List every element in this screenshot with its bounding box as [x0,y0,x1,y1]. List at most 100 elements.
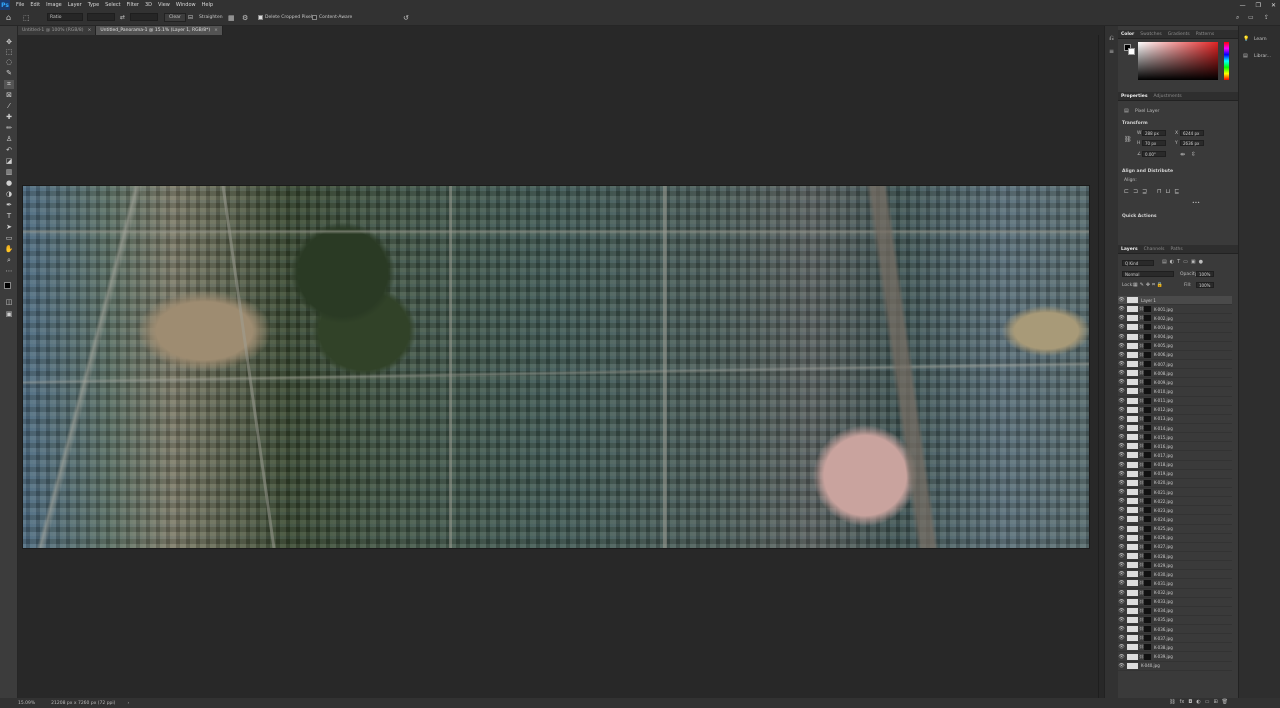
visibility-eye-icon[interactable]: 👁 [1118,297,1125,303]
hue-slider[interactable] [1224,42,1229,80]
brush-icon[interactable]: ✏ [4,124,14,133]
close-tab-icon[interactable]: × [214,28,218,33]
layer-mask-thumbnail[interactable] [1144,379,1151,386]
mask-link-icon[interactable]: ⛓ [1139,599,1144,605]
visibility-eye-icon[interactable]: 👁 [1118,324,1125,330]
mask-link-icon[interactable]: ⛓ [1139,608,1144,614]
visibility-eye-icon[interactable]: 👁 [1118,434,1125,440]
learn-icon[interactable]: 💡 [1243,36,1249,42]
layer-row[interactable]: 👁 ⛓ K-011.jpg [1118,397,1232,406]
menu-help[interactable]: Help [199,2,216,8]
layer-thumbnail[interactable] [1127,580,1138,587]
delete-cropped-checkbox[interactable]: Delete Cropped Pixels [258,13,314,22]
opacity-field[interactable]: 100% [1196,271,1214,277]
mask-link-icon[interactable]: ⛓ [1139,334,1144,340]
menu-image[interactable]: Image [43,2,65,8]
link-layers-icon[interactable]: ⛓ [1169,699,1175,707]
layer-mask-thumbnail[interactable] [1144,525,1151,532]
tab-patterns[interactable]: Patterns [1193,32,1218,37]
trash-icon[interactable]: 🗑 [1222,699,1228,707]
ratio-select[interactable]: Ratio [47,13,83,21]
visibility-eye-icon[interactable]: 👁 [1118,361,1125,367]
screen-mode-icon[interactable]: ▣ [4,310,14,319]
transform-section-title[interactable]: Transform [1122,121,1148,126]
mask-link-icon[interactable]: ⛓ [1139,644,1144,650]
tab-channels[interactable]: Channels [1141,247,1168,252]
content-aware-checkbox[interactable]: Content-Aware [312,13,352,22]
layer-mask-thumbnail[interactable] [1144,607,1151,614]
layer-row[interactable]: 👁 ⛓ K-016.jpg [1118,442,1232,452]
visibility-eye-icon[interactable]: 👁 [1118,343,1125,349]
mask-link-icon[interactable]: ⛓ [1139,352,1144,358]
mask-link-icon[interactable]: ⛓ [1139,507,1144,513]
foreground-color-swatch[interactable] [4,282,11,289]
mask-link-icon[interactable]: ⛓ [1139,361,1144,367]
fill-field[interactable]: 100% [1196,282,1214,288]
minimize-button[interactable]: — [1240,2,1246,9]
color-background-swatch[interactable] [1128,48,1135,55]
mask-link-icon[interactable]: ⛓ [1139,489,1144,495]
layer-mask-thumbnail[interactable] [1144,616,1151,623]
marquee-icon[interactable]: ⬚ [4,48,14,57]
mask-link-icon[interactable]: ⛓ [1139,315,1144,321]
layer-thumbnail[interactable] [1127,434,1138,441]
visibility-eye-icon[interactable]: 👁 [1118,535,1125,541]
layer-thumbnail[interactable] [1127,525,1138,532]
layer-row[interactable]: 👁 ⛓ K-023.jpg [1118,506,1232,516]
layer-mask-thumbnail[interactable] [1144,498,1151,505]
mask-link-icon[interactable]: ⛓ [1139,480,1144,486]
menu-layer[interactable]: Layer [65,2,85,8]
layer-mask-thumbnail[interactable] [1144,598,1151,605]
quick-select-icon[interactable]: ✎ [4,69,14,78]
tab-swatches[interactable]: Swatches [1137,32,1165,37]
layer-thumbnail[interactable] [1127,479,1138,486]
visibility-eye-icon[interactable]: 👁 [1118,388,1125,394]
lasso-icon[interactable]: ◌ [4,58,14,67]
layer-mask-thumbnail[interactable] [1144,315,1151,322]
visibility-eye-icon[interactable]: 👁 [1118,398,1125,404]
mask-link-icon[interactable]: ⛓ [1139,562,1144,568]
tab-gradients[interactable]: Gradients [1165,32,1193,37]
visibility-eye-icon[interactable]: 👁 [1118,379,1125,385]
layer-row[interactable]: 👁 ⛓ K-015.jpg [1118,433,1232,443]
layer-thumbnail[interactable] [1127,397,1138,404]
layer-mask-thumbnail[interactable] [1144,562,1151,569]
layer-mask-thumbnail[interactable] [1144,644,1151,651]
visibility-eye-icon[interactable]: 👁 [1118,654,1125,660]
layer-thumbnail[interactable] [1127,388,1138,395]
layer-thumbnail[interactable] [1127,361,1138,368]
visibility-eye-icon[interactable]: 👁 [1118,617,1125,623]
layer-mask-thumbnail[interactable] [1144,553,1151,559]
mask-icon[interactable]: ◘ [1188,699,1192,707]
width-field[interactable]: 288 px [1142,130,1166,136]
visibility-eye-icon[interactable]: 👁 [1118,407,1125,413]
layer-row[interactable]: 👁 ⛓ K-037.jpg [1118,634,1232,644]
mask-link-icon[interactable]: ⛓ [1139,388,1144,394]
layer-thumbnail[interactable] [1127,662,1138,669]
mask-link-icon[interactable]: ⛓ [1139,425,1144,431]
clone-stamp-icon[interactable]: ♙ [4,135,14,144]
mask-link-icon[interactable]: ⛓ [1139,544,1144,550]
layer-mask-thumbnail[interactable] [1144,443,1151,450]
layer-row[interactable]: 👁 ⛓ K-020.jpg [1118,479,1232,488]
layer-thumbnail[interactable] [1127,333,1138,340]
flip-horizontal-icon[interactable]: ⇹ [1180,151,1185,158]
layer-row[interactable]: 👁 ⛓ K-013.jpg [1118,415,1232,424]
crop-icon[interactable]: ⌗ [4,80,14,89]
layer-row[interactable]: 👁 ⛓ K-024.jpg [1118,515,1232,525]
layer-thumbnail[interactable] [1127,370,1138,377]
layer-row[interactable]: 👁 ⛓ K-003.jpg [1118,323,1232,333]
menu-window[interactable]: Window [173,2,199,8]
search-icon[interactable]: ⌕ [1236,13,1239,22]
visibility-eye-icon[interactable]: 👁 [1118,315,1125,321]
zoom-icon[interactable]: ⌕ [4,256,14,265]
mask-link-icon[interactable]: ⛓ [1139,471,1144,477]
mask-link-icon[interactable]: ⛓ [1139,434,1144,440]
layer-thumbnail[interactable] [1127,607,1138,614]
flip-vertical-icon[interactable]: ⇳ [1191,151,1196,158]
layer-row[interactable]: 👁 ⛓ K-007.jpg [1118,360,1232,370]
more-align-button[interactable]: ••• [1192,201,1200,206]
blend-mode-select[interactable]: Normal [1122,271,1174,277]
move-icon[interactable]: ✥ [4,38,14,47]
reset-icon[interactable]: ↺ [403,13,409,22]
